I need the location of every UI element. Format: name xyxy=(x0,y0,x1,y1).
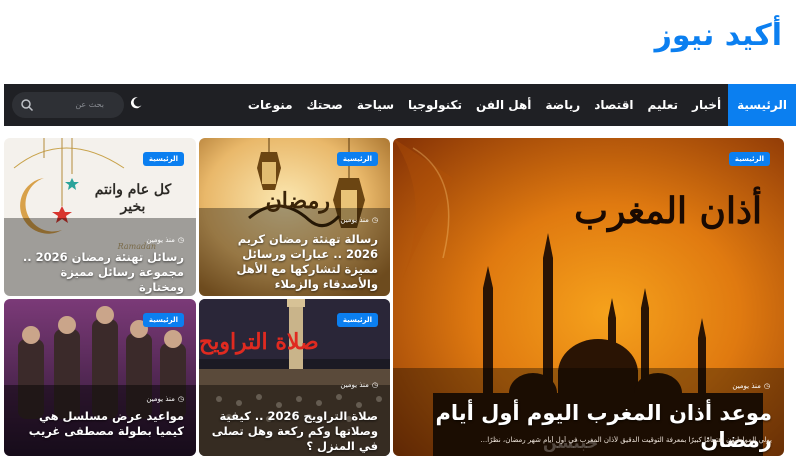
article-title[interactable]: رسالة تهنئة رمضان كريم 2026 .. عبارات ور… xyxy=(209,232,378,292)
clock-icon: ◷ xyxy=(763,382,770,390)
article-card-taraweeh[interactable]: صلاة التراويح الرئيسية ◷ منذ يومين صلاة … xyxy=(199,299,390,456)
watermark: خبتسن xyxy=(543,433,599,452)
card-image-text: كل عام وانتم بخير xyxy=(94,182,172,215)
nav-item-1[interactable]: أخبار xyxy=(685,84,728,126)
article-title[interactable]: رسائل تهنئة رمضان 2026 .. مجموعة رسائل م… xyxy=(14,250,184,295)
nav-item-6[interactable]: تكنولوجيا xyxy=(401,84,469,126)
moon-icon xyxy=(130,97,142,109)
nav-item-2[interactable]: تعليم xyxy=(641,84,686,126)
post-time-label: منذ يومين xyxy=(146,395,175,403)
nav-item-3[interactable]: اقتصاد xyxy=(587,84,640,126)
site-logo[interactable]: أكيد نيوز xyxy=(655,18,782,53)
article-title[interactable]: صلاة التراويح 2026 .. كيفية وصلاتها وكم … xyxy=(209,409,378,454)
nav-item-7[interactable]: سياحة xyxy=(350,84,401,126)
clock-icon: ◷ xyxy=(177,236,184,244)
nav-item-0[interactable]: الرئيسية xyxy=(728,84,796,126)
post-time-label: منذ يومين xyxy=(146,236,175,244)
article-card-ramadan-greeting[interactable]: رمضان الرئيسية ◷ منذ يومين رسالة تهنئة ر… xyxy=(199,138,390,296)
main-navbar: الرئيسية أخبار تعليم اقتصاد رياضة أهل الفن تكن… xyxy=(4,84,796,126)
post-time: ◷ منذ يومين xyxy=(340,381,378,389)
post-time-label: منذ يومين xyxy=(732,382,761,390)
post-time-label: منذ يومين xyxy=(340,381,369,389)
article-title[interactable]: مواعيد عرض مسلسل هي كيميا بطولة مصطفى غر… xyxy=(14,409,184,439)
article-card-series[interactable]: الرئيسية ◷ منذ يومين مواعيد عرض مسلسل هي… xyxy=(4,299,196,456)
clock-icon: ◷ xyxy=(371,216,378,224)
dark-mode-toggle[interactable] xyxy=(128,96,144,112)
category-badge[interactable]: الرئيسية xyxy=(142,152,184,166)
category-badge[interactable]: الرئيسية xyxy=(728,152,770,166)
post-time-label: منذ يومين xyxy=(340,216,369,224)
search-icon[interactable] xyxy=(20,98,34,112)
nav-item-5[interactable]: أهل الفن xyxy=(469,84,538,126)
nav-menu: الرئيسية أخبار تعليم اقتصاد رياضة أهل الفن تكن… xyxy=(241,84,796,126)
featured-article-card[interactable]: أذان المغرب الرئيسية ◷ منذ يومين موعد أذ… xyxy=(393,138,784,456)
category-badge[interactable]: الرئيسية xyxy=(142,313,184,327)
category-badge[interactable]: الرئيسية xyxy=(336,313,378,327)
nav-item-9[interactable]: منوعات xyxy=(241,84,300,126)
card-image-text: صلاة التراويح xyxy=(199,329,319,355)
nav-item-4[interactable]: رياضة xyxy=(538,84,587,126)
card-image-text: رمضان xyxy=(265,188,330,214)
post-time: ◷ منذ يومين xyxy=(732,382,770,390)
site-header: أكيد نيوز xyxy=(0,0,800,84)
search-box[interactable]: بحث عن xyxy=(12,92,124,118)
featured-image-headline: أذان المغرب xyxy=(574,190,762,232)
post-time: ◷ منذ يومين xyxy=(146,236,184,244)
nav-item-8[interactable]: صحتك xyxy=(300,84,350,126)
post-time: ◷ منذ يومين xyxy=(340,216,378,224)
article-card-ramadan-messages[interactable]: كل عام وانتم بخير Ramadan الرئيسية ◷ منذ… xyxy=(4,138,196,296)
clock-icon: ◷ xyxy=(177,395,184,403)
category-badge[interactable]: الرئيسية xyxy=(336,152,378,166)
post-time: ◷ منذ يومين xyxy=(146,395,184,403)
clock-icon: ◷ xyxy=(371,381,378,389)
search-placeholder: بحث عن xyxy=(75,100,104,109)
